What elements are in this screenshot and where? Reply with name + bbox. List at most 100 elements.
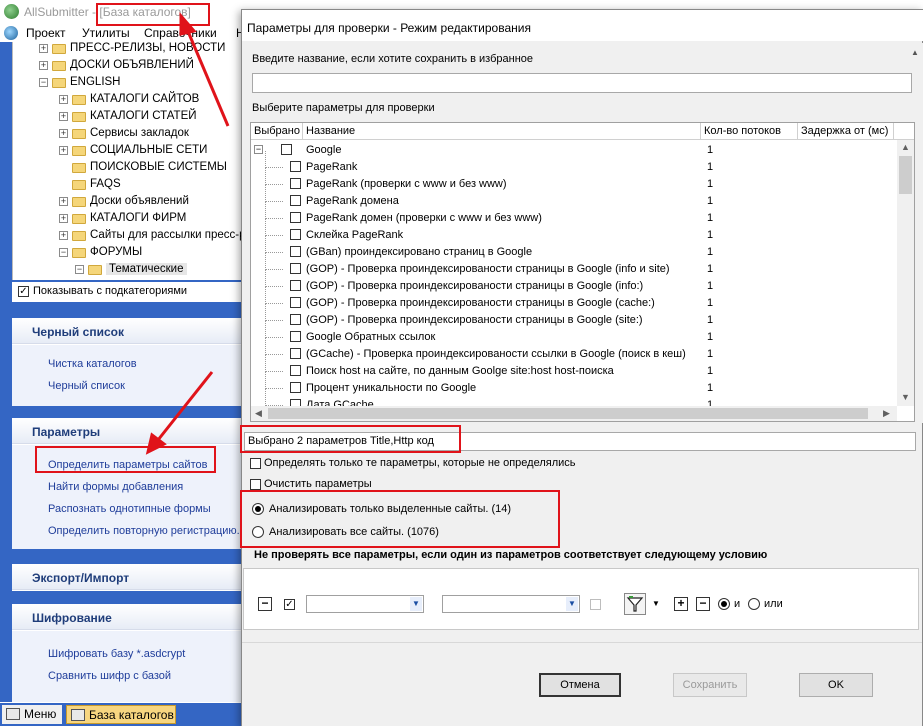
grid-vertical-scroll-thumb[interactable]: [899, 156, 912, 194]
expand-icon[interactable]: +: [59, 214, 68, 223]
grid-row[interactable]: PageRank 1: [251, 151, 897, 176]
param-checkbox[interactable]: [290, 229, 301, 240]
tree-item[interactable]: + Сайты для рассылки пресс-р: [13, 228, 244, 245]
only-undefined-checkbox[interactable]: [250, 458, 261, 469]
expand-icon[interactable]: +: [59, 129, 68, 138]
blacklist-link[interactable]: Черный список: [48, 380, 125, 392]
remove-last-condition-button[interactable]: −: [696, 597, 710, 611]
grid-row[interactable]: − Google 1: [251, 142, 897, 159]
save-button[interactable]: Сохранить: [673, 673, 747, 697]
menu-references[interactable]: Справочники: [144, 26, 217, 40]
blacklist-panel-title[interactable]: Черный список: [12, 318, 244, 344]
collapse-icon[interactable]: −: [59, 248, 68, 257]
expand-icon[interactable]: +: [39, 61, 48, 70]
grid-row[interactable]: Google Обратных ссылок 1: [251, 321, 897, 346]
params-panel-title[interactable]: Параметры: [12, 418, 244, 444]
tree-item[interactable]: + ДОСКИ ОБЪЯВЛЕНИЙ: [13, 58, 244, 75]
remove-condition-button[interactable]: −: [258, 597, 272, 611]
param-checkbox[interactable]: [290, 195, 301, 206]
ok-button[interactable]: OK: [799, 673, 873, 697]
analyze-selected-radio[interactable]: [252, 503, 264, 515]
system-menu-icon[interactable]: [4, 26, 18, 40]
param-checkbox[interactable]: [290, 212, 301, 223]
grid-row[interactable]: PageRank домен (проверки с www и без www…: [251, 202, 897, 227]
grid-horizontal-scrollbar[interactable]: ◀ ▶: [251, 406, 897, 421]
grid-row[interactable]: (GCache) - Проверка проиндексированости …: [251, 338, 897, 363]
param-checkbox[interactable]: [290, 280, 301, 291]
grid-horizontal-scroll-thumb[interactable]: [268, 408, 868, 419]
tree-item[interactable]: ПОИСКОВЫЕ СИСТЕМЫ: [13, 160, 244, 177]
param-checkbox[interactable]: [290, 297, 301, 308]
export-panel-title[interactable]: Экспорт/Импорт: [12, 564, 244, 590]
scroll-down-arrow-icon[interactable]: ▼: [901, 392, 910, 402]
clear-params-checkbox[interactable]: [250, 479, 261, 490]
param-checkbox[interactable]: [290, 263, 301, 274]
param-checkbox[interactable]: [290, 314, 301, 325]
collapse-icon[interactable]: −: [75, 265, 84, 274]
find-add-forms-link[interactable]: Найти формы добавления: [48, 481, 183, 493]
analyze-all-radio[interactable]: [252, 526, 264, 538]
grid-row[interactable]: (GOP) - Проверка проиндексированости стр…: [251, 253, 897, 278]
encrypt-db-link[interactable]: Шифровать базу *.asdcrypt: [48, 648, 185, 660]
condition-param-combo[interactable]: ▼: [306, 595, 424, 613]
expand-icon[interactable]: +: [59, 146, 68, 155]
collapse-icon[interactable]: −: [39, 78, 48, 87]
menu-utilities[interactable]: Утилиты: [82, 26, 130, 40]
param-checkbox[interactable]: [290, 331, 301, 342]
col-delay[interactable]: Задержка от (мс): [798, 123, 894, 140]
show-subcategories-checkbox[interactable]: ✓: [18, 286, 29, 297]
tree-item[interactable]: + КАТАЛОГИ САЙТОВ: [13, 92, 244, 109]
taskbar-menu-button[interactable]: Меню: [2, 705, 62, 724]
tree-item[interactable]: + СОЦИАЛЬНЫЕ СЕТИ: [13, 143, 244, 160]
collapse-icon[interactable]: −: [254, 145, 263, 154]
grid-row[interactable]: (GOP) - Проверка проиндексированости стр…: [251, 287, 897, 312]
params-grid[interactable]: Выбрано Название Кол-во потоков Задержка…: [250, 122, 915, 422]
add-condition-button[interactable]: +: [674, 597, 688, 611]
show-subcategories-row[interactable]: ✓ Показывать с подкатегориями: [12, 282, 244, 302]
param-checkbox[interactable]: [290, 365, 301, 376]
tree-item[interactable]: + КАТАЛОГИ ФИРМ: [13, 211, 244, 228]
param-checkbox[interactable]: [290, 246, 301, 257]
category-tree[interactable]: + ПРЕСС-РЕЛИЗЫ, НОВОСТИ + ДОСКИ ОБЪЯВЛЕНИЙ −…: [12, 42, 244, 280]
tree-item[interactable]: + Доски объявлений: [13, 194, 244, 211]
grid-row[interactable]: Дата GCache 1: [251, 389, 897, 406]
clean-catalogs-link[interactable]: Чистка каталогов: [48, 358, 137, 370]
tree-item[interactable]: + КАТАЛОГИ СТАТЕЙ: [13, 109, 244, 126]
grid-row[interactable]: (GOP) - Проверка проиндексированости стр…: [251, 270, 897, 295]
param-checkbox[interactable]: [290, 161, 301, 172]
scroll-up-arrow-icon[interactable]: ▲: [901, 142, 910, 152]
grid-row[interactable]: Поиск host на сайте, по данным Goolge si…: [251, 355, 897, 380]
menu-project[interactable]: Проект: [26, 26, 66, 40]
define-reregistration-link[interactable]: Определить повторную регистрацию.: [48, 525, 240, 537]
compare-cipher-link[interactable]: Сравнить шифр с базой: [48, 670, 171, 682]
grid-row[interactable]: PageRank домена 1: [251, 185, 897, 210]
crypt-panel-title[interactable]: Шифрование: [12, 604, 244, 630]
param-checkbox[interactable]: [290, 382, 301, 393]
expand-icon[interactable]: +: [39, 44, 48, 53]
tree-item[interactable]: + Сервисы закладок: [13, 126, 244, 143]
condition-value-checkbox[interactable]: [590, 599, 601, 610]
col-name[interactable]: Название: [303, 123, 701, 140]
grid-row[interactable]: (GOP) - Проверка проиндексированости стр…: [251, 304, 897, 329]
scroll-up-arrow-icon[interactable]: ▲: [908, 48, 922, 62]
tree-item[interactable]: − ENGLISH: [13, 75, 244, 92]
scroll-right-arrow-icon[interactable]: ▶: [883, 408, 890, 419]
grid-row[interactable]: Склейка PageRank 1: [251, 219, 897, 244]
expand-icon[interactable]: +: [59, 112, 68, 121]
expand-icon[interactable]: +: [59, 197, 68, 206]
favorite-name-input[interactable]: [252, 73, 912, 93]
tree-item[interactable]: + ПРЕСС-РЕЛИЗЫ, НОВОСТИ: [13, 42, 244, 58]
param-checkbox[interactable]: [290, 399, 301, 406]
cancel-button[interactable]: Отмена: [539, 673, 621, 697]
expand-icon[interactable]: +: [59, 231, 68, 240]
tree-item[interactable]: − ФОРУМЫ: [13, 245, 244, 262]
logic-or-radio[interactable]: [748, 598, 760, 610]
grid-row[interactable]: Процент уникальности по Google 1: [251, 372, 897, 397]
param-checkbox[interactable]: [290, 348, 301, 359]
logic-and-radio[interactable]: [718, 598, 730, 610]
tree-item[interactable]: − Тематические: [13, 262, 244, 279]
recognize-forms-link[interactable]: Распознать однотипные формы: [48, 503, 211, 515]
scroll-left-arrow-icon[interactable]: ◀: [255, 408, 262, 419]
tree-item[interactable]: FAQS: [13, 177, 244, 194]
col-selected[interactable]: Выбрано: [251, 123, 303, 140]
